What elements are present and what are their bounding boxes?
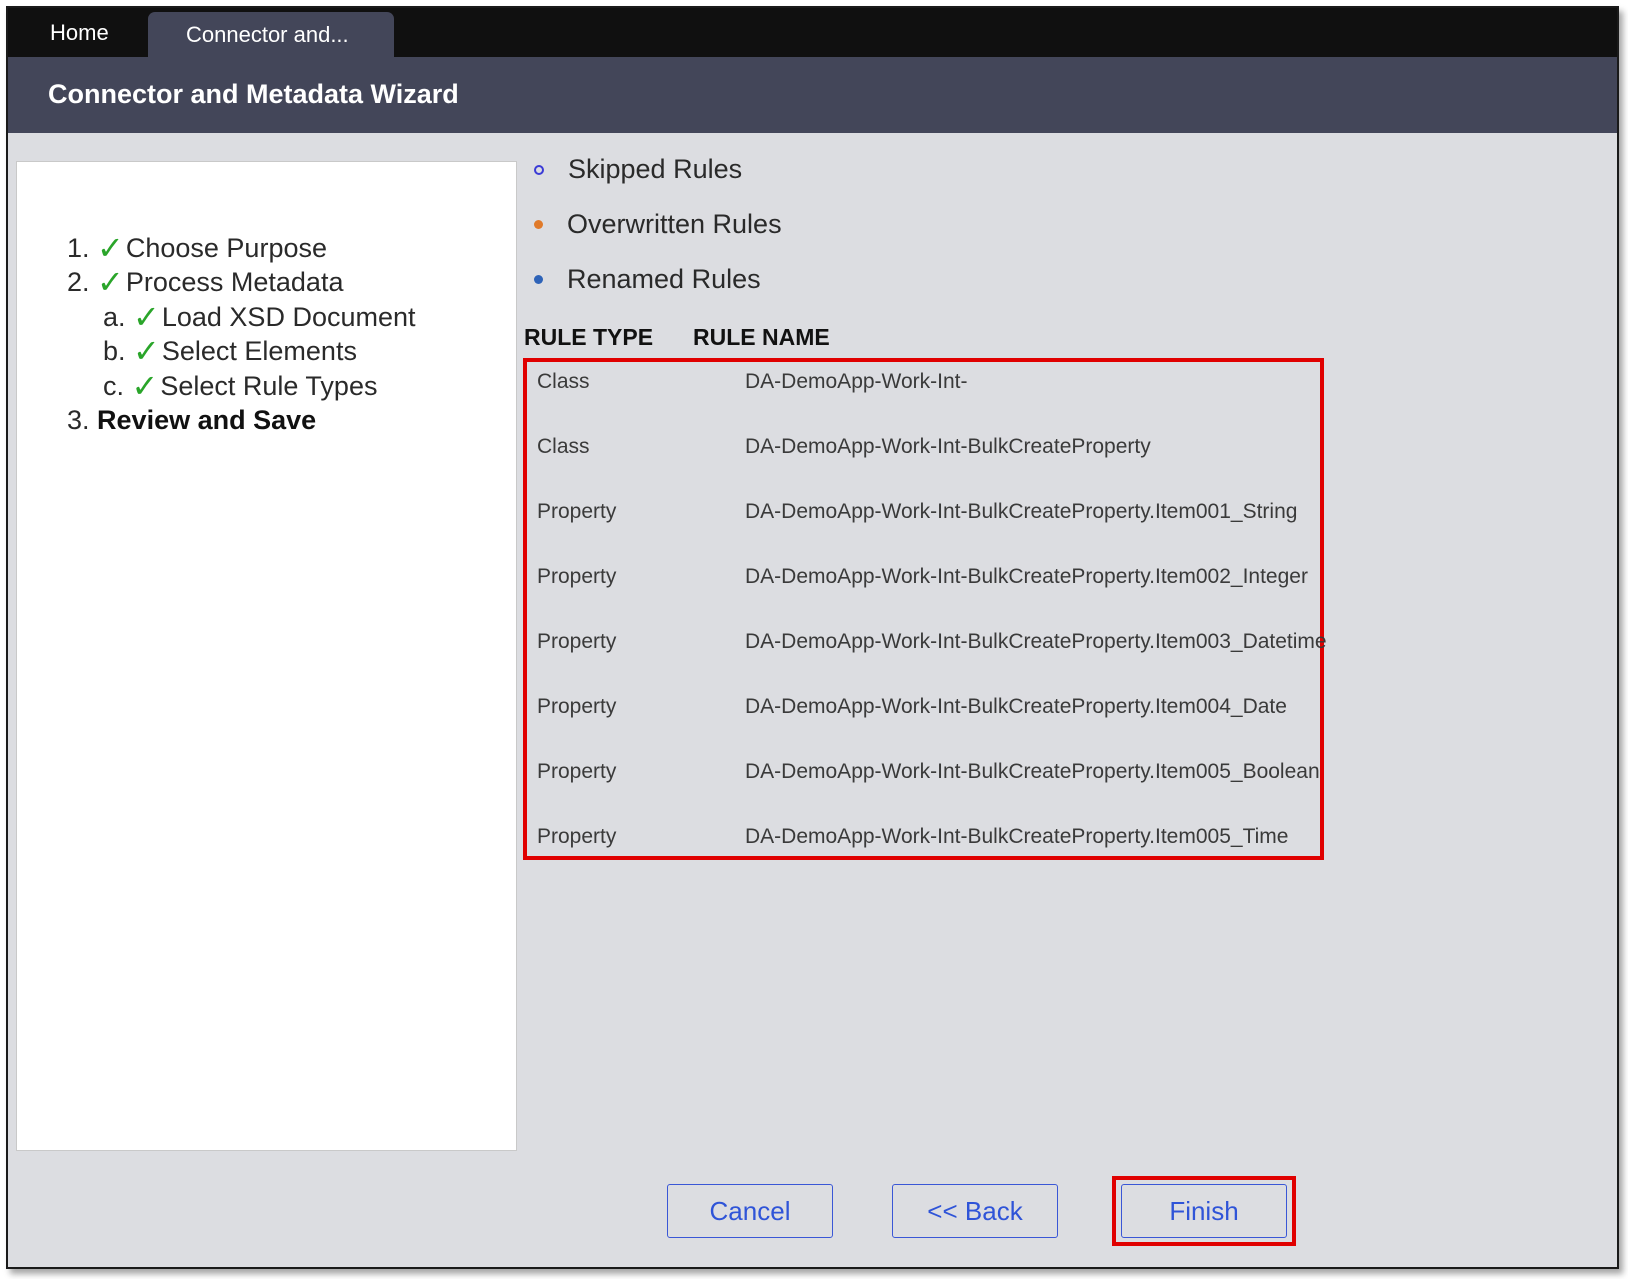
rule-name-cell: DA-DemoApp-Work-Int-BulkCreateProperty.I… [745, 565, 1308, 588]
step-number: c. [103, 370, 125, 401]
step-load-xsd: a. ✓ Load XSD Document [103, 301, 416, 333]
rule-type-cell: Property [537, 825, 617, 848]
finish-button[interactable]: Finish [1121, 1184, 1287, 1238]
cancel-button[interactable]: Cancel [667, 1184, 833, 1238]
legend-overwritten-rules: Overwritten Rules [534, 209, 782, 240]
column-header-rule-name: RULE NAME [693, 324, 830, 350]
table-row: Class DA-DemoApp-Work-Int- [527, 370, 1320, 400]
checkmark-icon: ✓ [97, 230, 124, 266]
table-row: Property DA-DemoApp-Work-Int-BulkCreateP… [527, 630, 1327, 660]
step-select-rule-types: c. ✓ Select Rule Types [103, 370, 377, 402]
step-number: b. [103, 335, 126, 366]
rule-type-cell: Property [537, 500, 617, 523]
rule-name-cell: DA-DemoApp-Work-Int- [745, 370, 968, 393]
table-row: Class DA-DemoApp-Work-Int-BulkCreateProp… [527, 435, 1320, 465]
page-title: Connector and Metadata Wizard [48, 79, 459, 109]
step-label: Choose Purpose [125, 232, 327, 263]
tab-connector-wizard[interactable]: Connector and... [148, 12, 394, 57]
rule-type-cell: Property [537, 760, 617, 783]
rule-name-cell: DA-DemoApp-Work-Int-BulkCreateProperty.I… [745, 630, 1327, 653]
rule-type-cell: Class [537, 370, 590, 393]
step-number: 2. [67, 266, 90, 297]
rules-table: Class DA-DemoApp-Work-Int- Class DA-Demo… [523, 358, 1327, 860]
steps-panel: 1. ✓ Choose Purpose 2. ✓ Process Metadata … [16, 161, 517, 1151]
step-label: Select Rule Types [160, 370, 378, 401]
back-button[interactable]: << Back [892, 1184, 1058, 1238]
rule-type-cell: Property [537, 695, 617, 718]
step-number: 3. [67, 405, 90, 435]
step-process-metadata: 2. ✓ Process Metadata [67, 266, 343, 298]
wizard-header: Connector and Metadata Wizard [8, 57, 1617, 133]
column-header-rule-type: RULE TYPE [524, 324, 654, 350]
rule-type-cell: Property [537, 630, 617, 653]
hollow-bullet-icon [534, 164, 544, 175]
checkmark-icon: ✓ [131, 368, 159, 404]
step-select-elements: b. ✓ Select Elements [103, 335, 357, 367]
step-number: a. [103, 301, 126, 332]
legend-renamed-rules: Renamed Rules [534, 264, 761, 295]
step-label: Process Metadata [125, 266, 344, 297]
tab-home[interactable]: Home [50, 8, 109, 57]
rule-type-cell: Class [537, 435, 590, 458]
rule-name-cell: DA-DemoApp-Work-Int-BulkCreateProperty [745, 435, 1151, 458]
wizard-window: Home Connector and... Connector and Meta… [6, 6, 1619, 1269]
tab-bar: Home Connector and... [8, 8, 1617, 57]
checkmark-icon: ✓ [133, 299, 160, 335]
table-row: Property DA-DemoApp-Work-Int-BulkCreateP… [527, 500, 1320, 530]
rule-name-cell: DA-DemoApp-Work-Int-BulkCreateProperty.I… [745, 695, 1287, 718]
checkmark-icon: ✓ [133, 333, 160, 369]
legend-skipped-rules: Skipped Rules [534, 154, 742, 185]
legend-label: Skipped Rules [568, 154, 743, 184]
step-label-current: Review and Save [97, 405, 317, 435]
step-review-and-save: 3. Review and Save [67, 405, 316, 436]
orange-bullet-icon [534, 220, 543, 229]
table-row: Property DA-DemoApp-Work-Int-BulkCreateP… [527, 760, 1320, 790]
legend-label: Renamed Rules [567, 264, 761, 294]
blue-bullet-icon [534, 275, 543, 284]
rule-name-cell: DA-DemoApp-Work-Int-BulkCreateProperty.I… [745, 500, 1298, 523]
table-row: Property DA-DemoApp-Work-Int-BulkCreateP… [527, 695, 1320, 725]
step-number: 1. [67, 232, 90, 263]
table-row: Property DA-DemoApp-Work-Int-BulkCreateP… [527, 825, 1320, 855]
rule-name-cell: DA-DemoApp-Work-Int-BulkCreateProperty.I… [745, 760, 1320, 783]
step-choose-purpose: 1. ✓ Choose Purpose [67, 232, 327, 264]
checkmark-icon: ✓ [97, 264, 124, 300]
rule-type-cell: Property [537, 565, 617, 588]
table-row: Property DA-DemoApp-Work-Int-BulkCreateP… [527, 565, 1320, 595]
step-label: Load XSD Document [161, 301, 416, 332]
legend-label: Overwritten Rules [567, 209, 782, 239]
rule-name-cell: DA-DemoApp-Work-Int-BulkCreateProperty.I… [745, 825, 1289, 848]
step-label: Select Elements [161, 335, 357, 366]
